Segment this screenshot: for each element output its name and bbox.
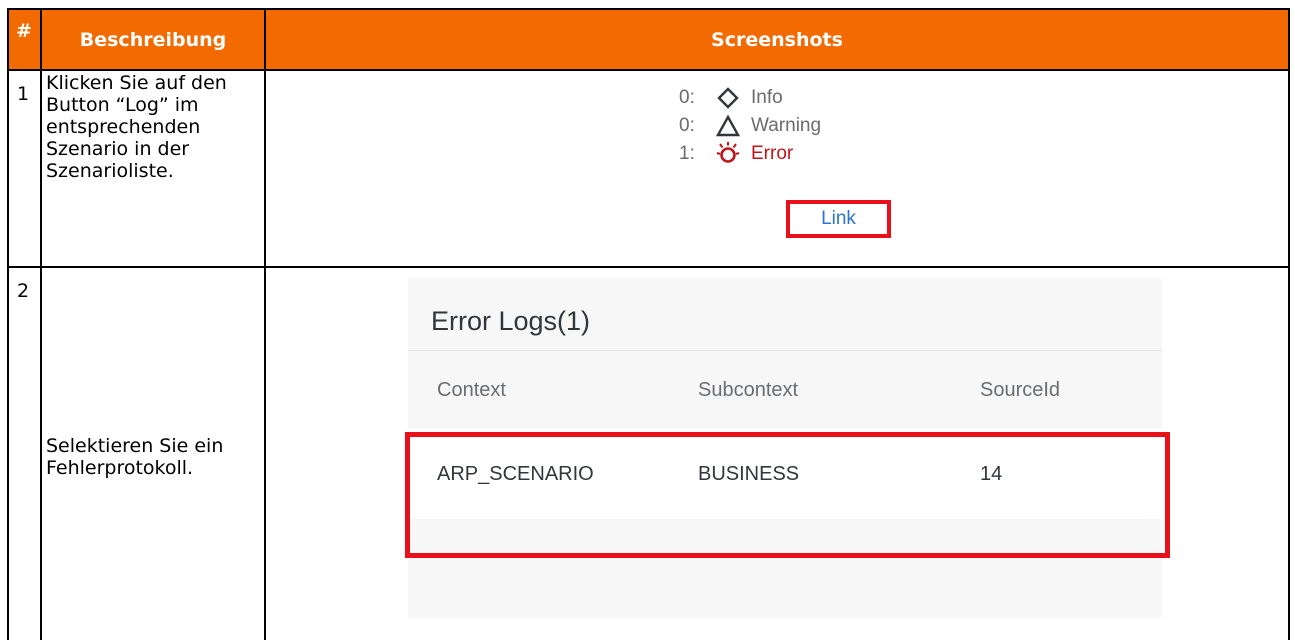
header-description: Beschreibung	[40, 8, 266, 71]
error-log-row[interactable]: ARP_SCENARIO BUSINESS 14	[408, 429, 1162, 519]
column-header-subcontext: Subcontext	[698, 378, 799, 401]
diamond-icon	[711, 85, 745, 111]
status-summary: 0: Info 0: Warning 1: Error	[679, 84, 821, 168]
triangle-icon	[711, 113, 745, 139]
step-description: Klicken Sie auf den Button “Log” im ents…	[40, 69, 266, 268]
table-header-row: # Beschreibung Screenshots	[7, 8, 1290, 71]
screenshot-cell: 0: Info 0: Warning 1: Error Link	[264, 69, 1290, 268]
error-count: 1:	[679, 143, 695, 164]
warning-label: Warning	[751, 115, 822, 136]
cell-context: ARP_SCENARIO	[437, 462, 594, 485]
instruction-table: # Beschreibung Screenshots 1 Klicken Sie…	[7, 8, 1290, 640]
info-label: Info	[751, 87, 783, 108]
cell-sourceid: 14	[980, 462, 1003, 485]
column-header-context: Context	[437, 378, 506, 401]
table-row: 2 Selektieren Sie ein Fehlerprotokoll. E…	[7, 266, 1290, 640]
warning-count: 0:	[679, 115, 695, 136]
header-number: #	[7, 8, 42, 71]
error-burst-icon	[711, 141, 745, 167]
info-count: 0:	[679, 87, 695, 108]
step-number: 1	[7, 69, 42, 268]
status-error: 1: Error	[679, 140, 821, 168]
cell-subcontext: BUSINESS	[698, 462, 800, 485]
error-log-panel: Error Logs(1) Context Subcontext SourceI…	[408, 278, 1162, 618]
screenshot-cell: Error Logs(1) Context Subcontext SourceI…	[264, 266, 1290, 640]
step-number: 2	[7, 266, 42, 640]
status-info: 0: Info	[679, 84, 821, 112]
step-description: Selektieren Sie ein Fehlerprotokoll.	[40, 266, 266, 640]
error-label: Error	[751, 143, 794, 164]
header-screenshots: Screenshots	[264, 8, 1290, 71]
error-log-title: Error Logs(1)	[408, 278, 1162, 351]
status-warning: 0: Warning	[679, 112, 821, 140]
error-log-header: Context Subcontext SourceId	[408, 351, 1162, 429]
log-link[interactable]: Link	[786, 200, 891, 238]
column-header-sourceid: SourceId	[980, 378, 1061, 401]
table-row: 1 Klicken Sie auf den Button “Log” im en…	[7, 69, 1290, 268]
